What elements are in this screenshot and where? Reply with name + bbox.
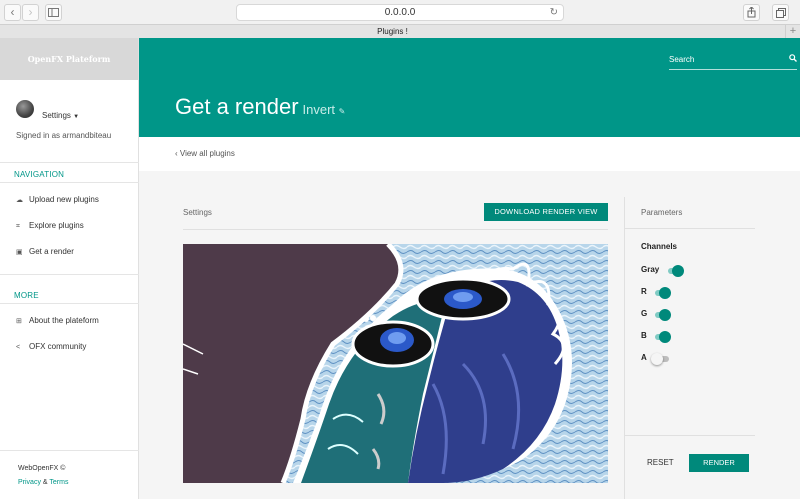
channel-label-b: B	[641, 331, 647, 340]
crop-icon: ⌗	[16, 223, 20, 230]
browser-toolbar: ‹ › 0.0.0.0 ↻ Plugins ! +	[0, 0, 800, 38]
chevron-left-icon: ‹	[10, 5, 15, 19]
toggle-a[interactable]	[651, 353, 669, 365]
reset-button[interactable]: RESET	[647, 458, 674, 467]
breadcrumb: ‹ View all plugins	[139, 137, 800, 171]
sidebar: OpenFX Plateform Settings ▼ Signed in as…	[0, 38, 139, 499]
nav-item-label: Explore plugins	[29, 221, 84, 230]
toggle-r[interactable]	[655, 287, 671, 299]
divider	[183, 229, 608, 230]
parameters-title: Parameters	[641, 208, 683, 217]
sitemap-icon: ⊞	[16, 318, 22, 325]
tabs-icon	[775, 8, 786, 18]
reload-icon[interactable]: ↻	[550, 5, 558, 20]
search-placeholder: Search	[669, 55, 695, 64]
nav-item-label: About the plateform	[29, 316, 99, 325]
divider	[0, 303, 139, 304]
privacy-link[interactable]: Privacy	[18, 479, 41, 486]
plugin-name: Invert ✎	[303, 102, 346, 117]
nav-item-render[interactable]: ▣ Get a render	[16, 247, 74, 256]
channel-label-g: G	[641, 309, 648, 318]
browser-tab[interactable]: Plugins !	[0, 25, 785, 38]
back-button[interactable]: ‹	[4, 4, 21, 21]
toggle-knob	[659, 287, 671, 299]
divider	[625, 228, 755, 229]
caret-down-icon: ▼	[73, 114, 80, 120]
tab-strip: Plugins ! +	[0, 24, 800, 38]
channel-label-gray: Gray	[641, 265, 660, 274]
brand-logo[interactable]: OpenFX Plateform	[0, 38, 138, 80]
channel-label-r: R	[641, 287, 647, 296]
divider	[0, 274, 139, 275]
image-icon: ▣	[16, 249, 23, 256]
nav-item-community[interactable]: < OFX community	[16, 342, 86, 351]
search-input[interactable]: Search	[669, 50, 797, 70]
page-title: Get a render Invert ✎	[175, 94, 345, 120]
more-title: MORE	[14, 291, 39, 300]
plus-icon[interactable]: +	[785, 25, 800, 38]
channel-label-a: A	[641, 353, 647, 362]
url-text: 0.0.0.0	[384, 7, 416, 18]
settings-label: Settings	[42, 111, 71, 120]
toggle-knob	[659, 331, 671, 343]
sidebar-icon	[48, 8, 59, 17]
main-content: Settings DOWNLOAD RENDER VIEW Parameters…	[139, 171, 800, 499]
toggle-b[interactable]	[655, 331, 671, 343]
toggle-knob	[659, 309, 671, 321]
settings-dropdown[interactable]: Settings ▼	[42, 111, 79, 120]
footer-brand: WebOpenFX ©	[18, 465, 66, 472]
navigation-title: NAVIGATION	[14, 170, 65, 179]
nav-item-upload[interactable]: ☁ Upload new plugins	[16, 195, 99, 204]
search-icon[interactable]	[789, 52, 797, 68]
avatar	[16, 100, 34, 118]
pencil-icon[interactable]: ✎	[339, 107, 346, 116]
cloud-upload-icon: ☁	[16, 197, 23, 204]
sidebar-toggle-button[interactable]	[45, 4, 62, 21]
nav-item-explore[interactable]: ⌗ Explore plugins	[16, 221, 84, 231]
download-render-button[interactable]: DOWNLOAD RENDER VIEW	[484, 203, 608, 221]
address-bar[interactable]: 0.0.0.0 ↻	[236, 4, 564, 21]
divider	[625, 435, 755, 436]
share-button[interactable]	[743, 4, 760, 21]
share-alt-icon: <	[16, 344, 21, 351]
nav-item-about[interactable]: ⊞ About the plateform	[16, 316, 99, 325]
nav-item-label: Get a render	[29, 247, 74, 256]
chevron-right-icon: ›	[28, 5, 33, 19]
render-button[interactable]: RENDER	[689, 454, 749, 472]
toggle-gray[interactable]	[668, 265, 684, 277]
settings-title: Settings	[183, 208, 212, 217]
page-header: Search Get a render Invert ✎	[139, 38, 800, 137]
nav-item-label: Upload new plugins	[29, 195, 99, 204]
footer-links: Privacy & Terms	[18, 479, 68, 486]
amp-text: &	[42, 479, 48, 486]
toggle-knob	[672, 265, 684, 277]
panel-divider	[624, 197, 625, 499]
plugin-name-text: Invert	[302, 102, 336, 117]
divider	[0, 182, 139, 183]
toggle-knob	[651, 353, 663, 365]
page-title-text: Get a render	[175, 94, 299, 119]
toggle-g[interactable]	[655, 309, 671, 321]
tabs-button[interactable]	[772, 4, 789, 21]
view-all-plugins-link[interactable]: ‹ View all plugins	[175, 149, 235, 158]
forward-button[interactable]: ›	[22, 4, 39, 21]
signed-in-text: Signed in as armandbiteau	[16, 131, 112, 140]
channels-title: Channels	[641, 242, 678, 251]
divider	[0, 162, 139, 163]
share-icon	[747, 6, 756, 18]
nav-item-label: OFX community	[29, 342, 87, 351]
divider	[0, 450, 139, 451]
terms-link[interactable]: Terms	[49, 479, 68, 486]
render-preview-image	[183, 244, 608, 483]
